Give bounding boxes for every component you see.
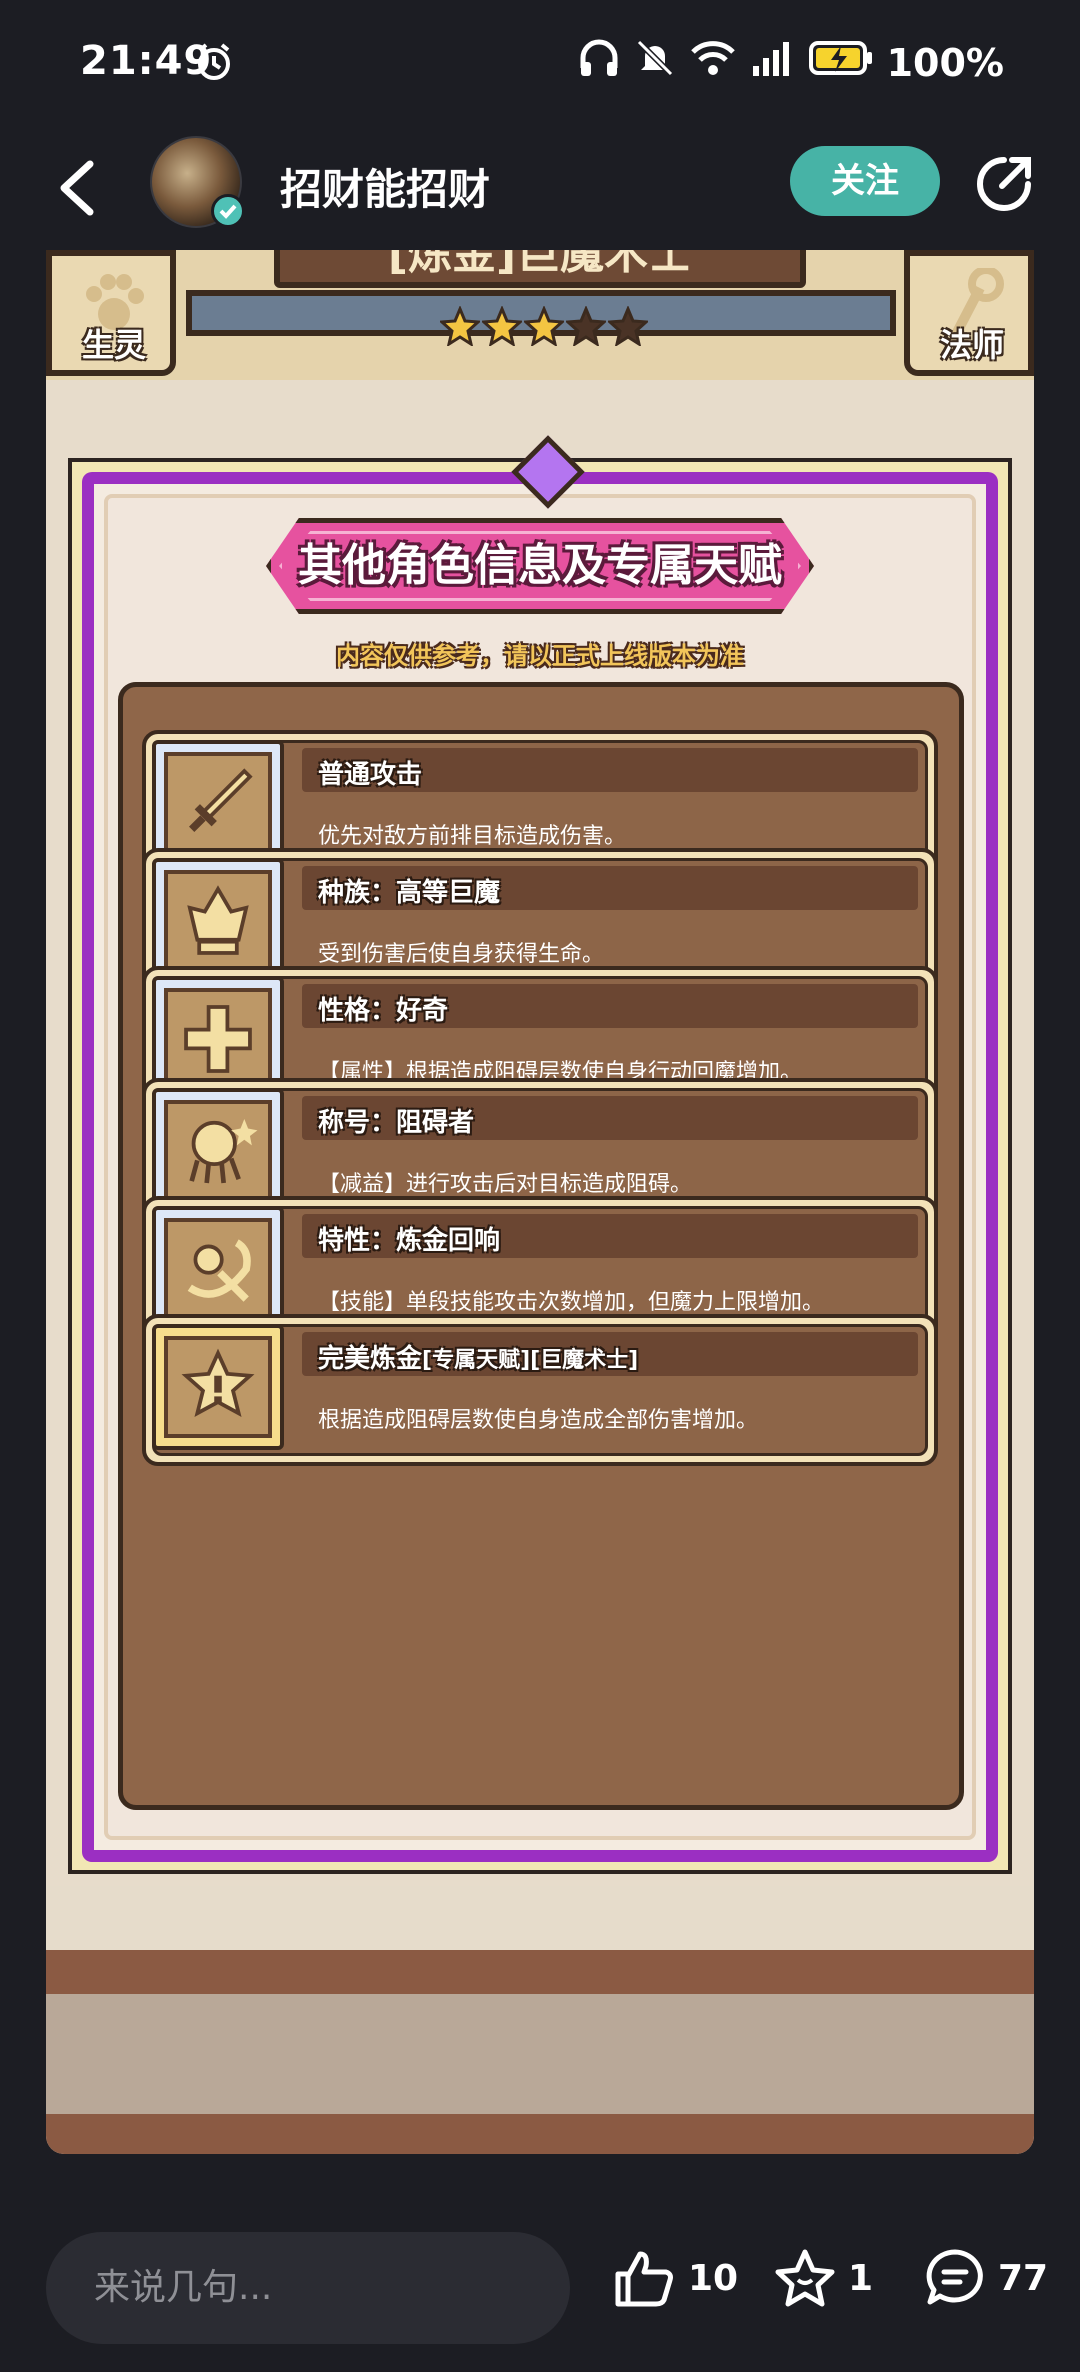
talent-name-bar: 称号：阻碍者 bbox=[302, 1096, 918, 1140]
talent-name: 称号：阻碍者 bbox=[318, 1108, 475, 1138]
status-icons: 100% bbox=[577, 38, 1004, 87]
favorite-button[interactable]: 1 bbox=[774, 2248, 873, 2308]
post-image[interactable]: [炼金]巨魔术士 生灵 法师 其他角色信息及专属天赋 内容仅供参考，请以正式上线… bbox=[46, 250, 1034, 2154]
talent-name: 特性：炼金回响 bbox=[318, 1226, 501, 1256]
headphones-icon bbox=[577, 38, 621, 87]
talent-description: 【技能】单段技能攻击次数增加，但魔力上限增加。 bbox=[318, 1290, 825, 1315]
comment-count: 77 bbox=[998, 2257, 1049, 2299]
alarm-icon bbox=[194, 42, 234, 86]
comment-button[interactable]: 77 bbox=[924, 2248, 1048, 2308]
talent-item-exclusive: 完美炼金[专属天赋][巨魔术士] 根据造成阻碍层数使自身造成全部伤害增加。 bbox=[142, 1314, 938, 1466]
favorite-count: 1 bbox=[848, 2257, 874, 2299]
follow-button[interactable]: 关注 bbox=[790, 146, 940, 216]
class-badge: 法师 bbox=[904, 250, 1034, 376]
talent-description: 优先对敌方前排目标造成伤害。 bbox=[318, 824, 627, 849]
talent-name-bar: 种族：高等巨魔 bbox=[302, 866, 918, 910]
share-icon bbox=[977, 157, 1031, 211]
panel-title: 其他角色信息及专属天赋 bbox=[266, 518, 814, 614]
brick-floor bbox=[46, 1950, 1034, 2154]
class-label: 法师 bbox=[939, 326, 1004, 364]
talent-name-bar: 性格：好奇 bbox=[302, 984, 918, 1028]
talent-name: 种族：高等巨魔 bbox=[318, 878, 501, 908]
talent-description: 根据造成阻碍层数使自身造成全部伤害增加。 bbox=[318, 1408, 759, 1433]
mute-icon bbox=[635, 38, 675, 87]
talent-icon-bg bbox=[164, 1100, 272, 1202]
star-filled-icon bbox=[482, 306, 522, 346]
cross-icon bbox=[184, 1005, 252, 1073]
talent-icon-bg bbox=[164, 1336, 272, 1438]
orbit-icon bbox=[187, 1239, 251, 1302]
chevron-left-icon bbox=[60, 160, 94, 216]
star-badge-icon bbox=[181, 1348, 255, 1418]
signal-icon bbox=[751, 38, 795, 87]
talent-icon-bg bbox=[164, 752, 272, 854]
race-label: 生灵 bbox=[82, 326, 147, 364]
sword-icon bbox=[189, 768, 253, 832]
talent-name-bar: 完美炼金[专属天赋][巨魔术士] bbox=[302, 1332, 918, 1376]
talent-name-text: 完美炼金 bbox=[318, 1344, 423, 1374]
talent-name-bar: 特性：炼金回响 bbox=[302, 1214, 918, 1258]
share-button[interactable] bbox=[972, 152, 1036, 216]
title-frame bbox=[279, 531, 801, 601]
status-bar: 21:49 100% bbox=[0, 0, 1080, 128]
battery-charging-icon bbox=[808, 40, 873, 85]
race-badge: 生灵 bbox=[46, 250, 176, 376]
talent-icon-bg bbox=[164, 1218, 272, 1320]
author-name[interactable]: 招财能招财 bbox=[280, 156, 490, 217]
star-filled-icon bbox=[524, 306, 564, 346]
talent-name: 性格：好奇 bbox=[318, 996, 449, 1026]
character-banner: [炼金]巨魔术士 生灵 法师 bbox=[46, 250, 1034, 380]
talent-name: 完美炼金[专属天赋][巨魔术士] bbox=[318, 1338, 638, 1375]
creature-icon bbox=[189, 1119, 258, 1184]
star-outline-icon bbox=[775, 2249, 835, 2307]
star-filled-icon bbox=[440, 306, 480, 346]
talent-name: 普通攻击 bbox=[318, 760, 423, 790]
back-button[interactable] bbox=[50, 156, 110, 220]
verified-badge-icon bbox=[211, 194, 245, 228]
stone-row bbox=[46, 1994, 1034, 2114]
thumbs-up-icon bbox=[615, 2251, 673, 2307]
like-count: 10 bbox=[688, 2257, 739, 2299]
comment-icon bbox=[926, 2249, 983, 2305]
talent-description: 【减益】进行攻击后对目标造成阻碍。 bbox=[318, 1172, 693, 1197]
battery-percent: 100% bbox=[886, 40, 1004, 85]
star-empty-icon bbox=[608, 306, 648, 346]
crown-icon bbox=[187, 885, 249, 955]
star-rating bbox=[440, 306, 648, 346]
talent-name-bar: 普通攻击 bbox=[302, 748, 918, 792]
talent-tag: [专属天赋][巨魔术士] bbox=[422, 1348, 639, 1373]
talent-icon-bg bbox=[164, 870, 272, 972]
comment-input[interactable]: 来说几句... bbox=[46, 2232, 570, 2344]
like-button[interactable]: 10 bbox=[612, 2248, 738, 2308]
character-name: [炼金]巨魔术士 bbox=[274, 250, 806, 288]
wifi-icon bbox=[689, 38, 737, 87]
panel-subtitle: 内容仅供参考，请以正式上线版本为准 bbox=[336, 642, 744, 670]
talent-description: 受到伤害后使自身获得生命。 bbox=[318, 942, 605, 967]
talent-icon-bg bbox=[164, 988, 272, 1090]
post-header: 招财能招财 关注 bbox=[0, 128, 1080, 248]
talent-icon-frame bbox=[152, 1324, 284, 1450]
bottom-action-bar: 来说几句... 10 1 77 bbox=[0, 2210, 1080, 2372]
star-empty-icon bbox=[566, 306, 606, 346]
status-time: 21:49 bbox=[80, 38, 213, 84]
